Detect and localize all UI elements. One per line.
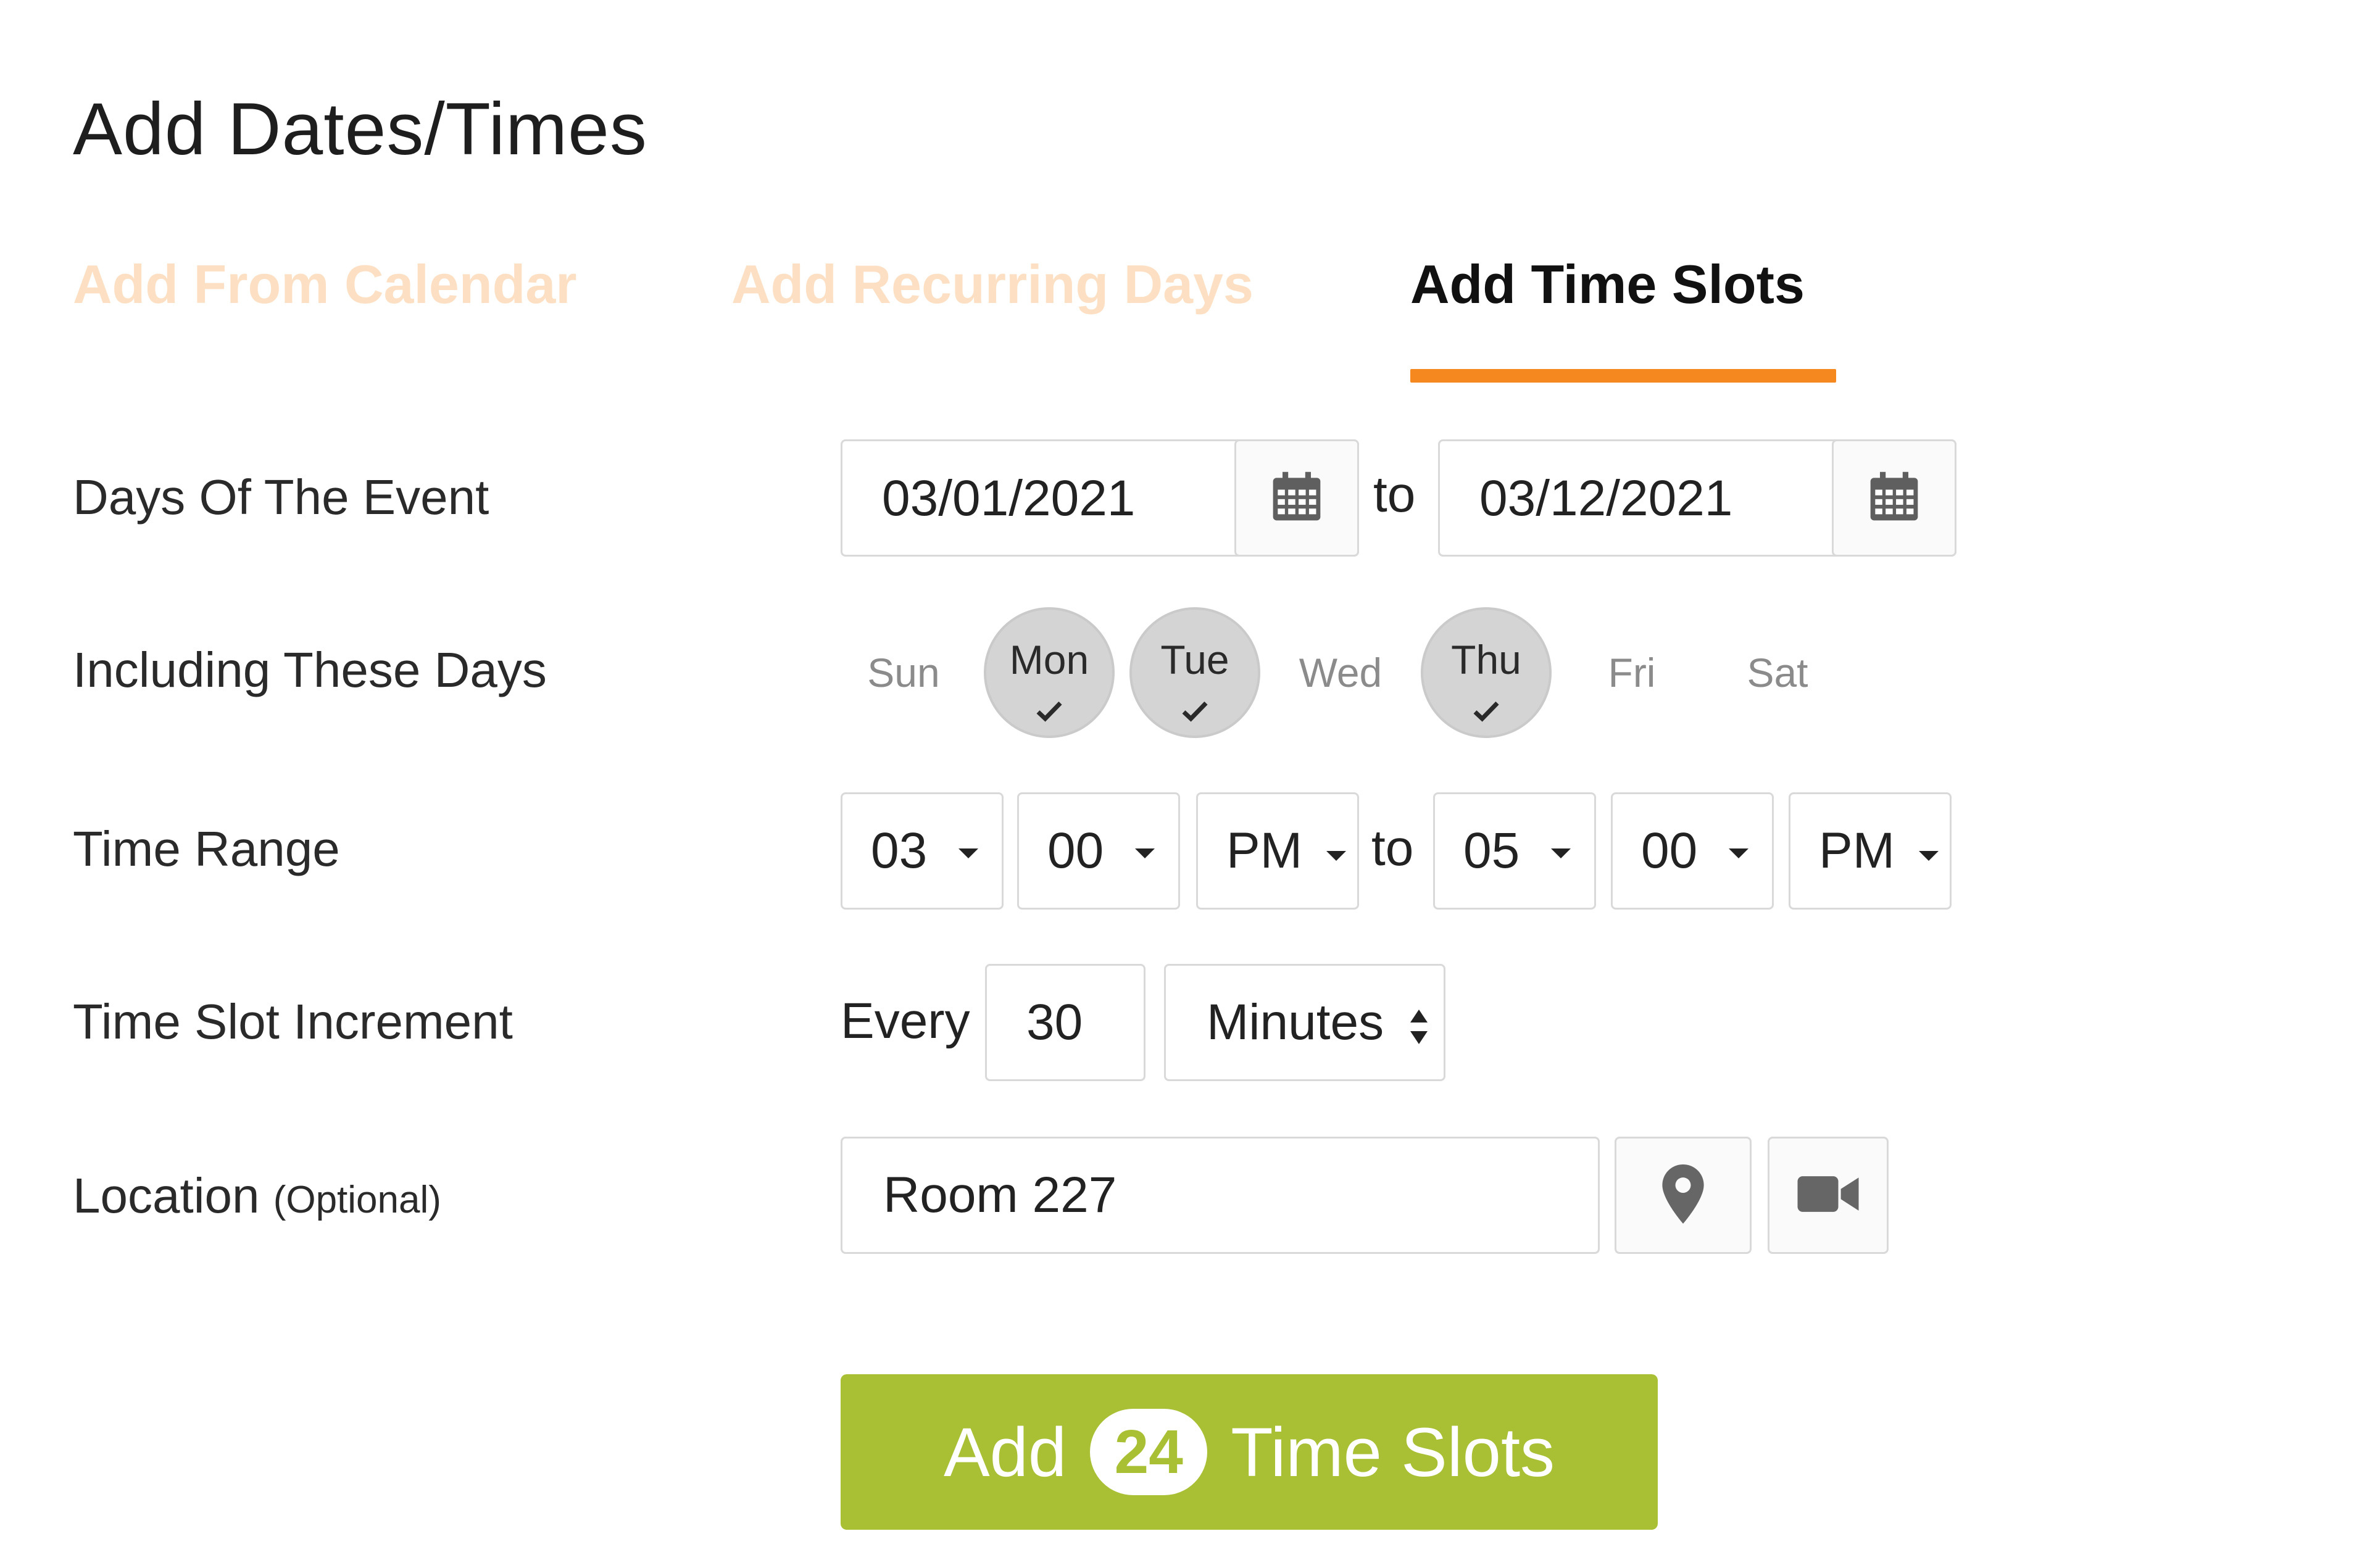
increment-label: Time Slot Increment <box>73 994 513 1049</box>
end-hour-select[interactable]: 05 <box>1433 792 1596 910</box>
page-title: Add Dates/Times <box>73 88 647 170</box>
start-hour-select[interactable]: 03 <box>841 792 1004 910</box>
location-input[interactable]: Room 227 <box>841 1137 1600 1254</box>
increment-unit-select[interactable]: Minutes <box>1164 964 1445 1081</box>
map-pin-icon <box>1661 1164 1705 1227</box>
optional-hint: (Optional) <box>273 1179 441 1221</box>
day-toggle-sun[interactable]: Sun <box>838 607 969 738</box>
end-date-input[interactable]: 03/12/2021 <box>1440 441 1835 556</box>
day-label: Fri <box>1608 650 1656 695</box>
increment-unit-value: Minutes <box>1207 994 1384 1050</box>
caret-down-icon <box>1551 848 1571 858</box>
slot-count-badge: 24 <box>1090 1409 1208 1495</box>
end-hour-value: 05 <box>1463 823 1520 879</box>
start-minute-value: 00 <box>1047 823 1104 879</box>
caret-down-icon <box>1919 851 1939 861</box>
day-label: Tue <box>1160 637 1229 682</box>
day-toggle-sat[interactable]: Sat <box>1712 607 1843 738</box>
time-range-to: to <box>1371 820 1414 876</box>
checkmark-icon <box>1181 684 1208 722</box>
add-time-slots-button[interactable]: Add 24 Time Slots <box>841 1374 1658 1530</box>
tab-add-recurring-days[interactable]: Add Recurring Days <box>731 253 1254 316</box>
day-label: Wed <box>1299 650 1382 695</box>
day-label: Sun <box>867 650 940 695</box>
tab-add-time-slots[interactable]: Add Time Slots <box>1410 253 1805 316</box>
location-label: Location (Optional) <box>73 1168 441 1224</box>
increment-value: 30 <box>1026 994 1083 1050</box>
calendar-icon <box>1268 468 1325 528</box>
end-ampm-select[interactable]: PM <box>1789 792 1952 910</box>
date-range-to: to <box>1373 467 1416 523</box>
caret-down-icon <box>1326 851 1346 861</box>
location-map-button[interactable] <box>1615 1137 1752 1254</box>
active-tab-indicator <box>1410 369 1836 383</box>
calendar-icon <box>1866 468 1923 528</box>
end-minute-value: 00 <box>1641 823 1698 879</box>
location-label-text: Location <box>73 1168 260 1223</box>
start-date-input[interactable]: 03/01/2021 <box>842 441 1237 556</box>
days-of-event-label: Days Of The Event <box>73 470 489 525</box>
every-label: Every <box>841 993 970 1049</box>
end-ampm-value: PM <box>1819 823 1895 879</box>
tab-bar: Add From Calendar Add Recurring Days Add… <box>0 253 2370 389</box>
start-ampm-value: PM <box>1226 823 1302 879</box>
caret-down-icon <box>1135 848 1155 858</box>
start-hour-value: 03 <box>871 823 928 879</box>
caret-down-icon <box>1729 848 1748 858</box>
location-video-button[interactable] <box>1768 1137 1889 1254</box>
day-toggle-fri[interactable]: Fri <box>1566 607 1697 738</box>
sort-arrows-icon <box>1408 1003 1430 1061</box>
video-camera-icon <box>1797 1174 1859 1217</box>
increment-value-input[interactable]: 30 <box>985 964 1146 1081</box>
start-calendar-button[interactable] <box>1234 439 1359 557</box>
day-toggle-wed[interactable]: Wed <box>1275 607 1406 738</box>
location-value: Room 227 <box>883 1167 1117 1223</box>
checkmark-icon <box>1473 684 1500 722</box>
day-label: Thu <box>1451 637 1521 682</box>
day-label: Mon <box>1009 637 1089 682</box>
start-ampm-select[interactable]: PM <box>1196 792 1359 910</box>
tab-add-from-calendar[interactable]: Add From Calendar <box>73 253 577 316</box>
checkmark-icon <box>1036 684 1063 722</box>
end-calendar-button[interactable] <box>1832 439 1956 557</box>
start-minute-select[interactable]: 00 <box>1017 792 1180 910</box>
day-toggle-thu[interactable]: Thu <box>1421 607 1552 738</box>
end-minute-select[interactable]: 00 <box>1611 792 1774 910</box>
time-range-label: Time Range <box>73 821 340 876</box>
button-prefix: Add <box>943 1413 1067 1491</box>
day-label: Sat <box>1747 650 1808 695</box>
button-suffix: Time Slots <box>1231 1413 1555 1491</box>
caret-down-icon <box>958 848 978 858</box>
day-toggle-tue[interactable]: Tue <box>1129 607 1260 738</box>
day-toggle-mon[interactable]: Mon <box>984 607 1115 738</box>
including-days-label: Including These Days <box>73 642 547 697</box>
